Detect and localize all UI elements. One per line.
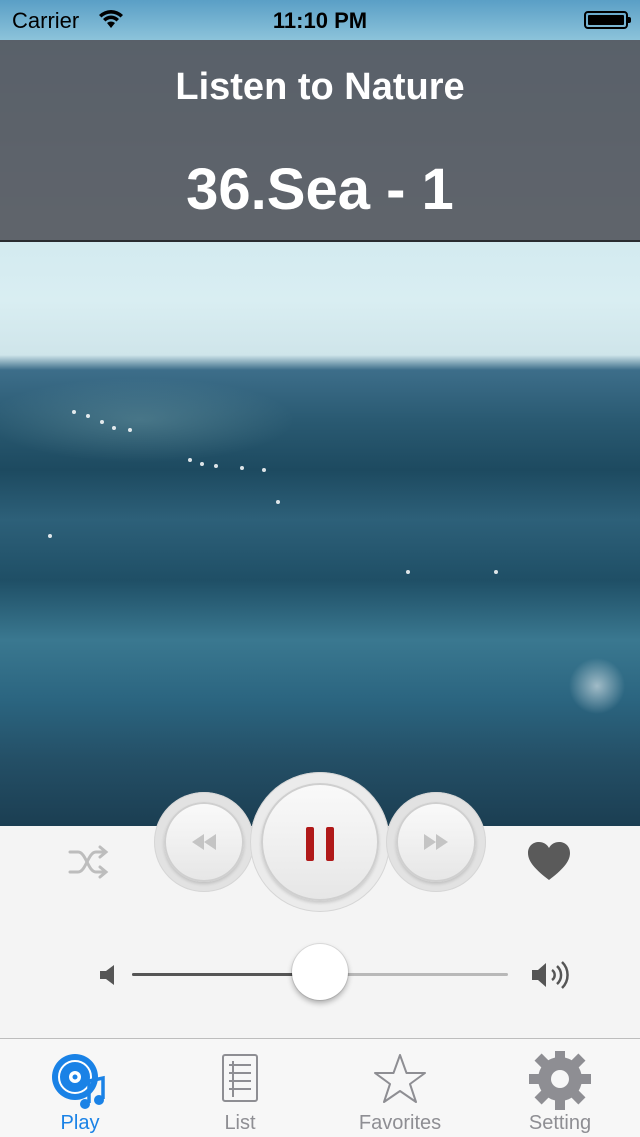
tab-label: Play xyxy=(60,1112,100,1134)
tab-label: Favorites xyxy=(358,1112,442,1134)
speaker-low-icon xyxy=(98,962,122,988)
tab-list[interactable]: List xyxy=(160,1039,320,1137)
volume-slider[interactable] xyxy=(132,944,508,1000)
fast-forward-button[interactable] xyxy=(386,792,486,892)
status-bar: Carrier 11:10 PM xyxy=(0,0,640,40)
play-disc-icon xyxy=(49,1051,111,1113)
tab-label: List xyxy=(224,1112,256,1134)
clock: 11:10 PM xyxy=(272,8,368,33)
tab-label: Setting xyxy=(528,1112,592,1134)
battery-icon xyxy=(584,11,631,29)
heart-icon[interactable] xyxy=(526,840,572,884)
speaker-high-icon xyxy=(530,958,576,992)
fast-forward-icon xyxy=(396,802,476,882)
pause-icon xyxy=(261,783,379,901)
rewind-button[interactable] xyxy=(154,792,254,892)
star-icon xyxy=(369,1051,431,1113)
gear-icon xyxy=(529,1048,591,1113)
track-title: 36.Sea - 1 xyxy=(186,157,454,222)
shuffle-icon[interactable] xyxy=(66,842,112,882)
pause-button[interactable] xyxy=(250,772,390,912)
rewind-icon xyxy=(164,802,244,882)
volume-slider-thumb[interactable] xyxy=(292,944,348,1000)
tab-favorites[interactable]: Favorites xyxy=(320,1039,480,1137)
tab-setting[interactable]: Setting xyxy=(480,1039,640,1137)
tab-bar: Play List Favorites Setting xyxy=(0,1038,640,1137)
now-playing-header: Listen to Nature 36.Sea - 1 xyxy=(0,40,640,242)
list-icon xyxy=(209,1051,271,1113)
app-title: Listen to Nature xyxy=(175,66,465,108)
tab-play[interactable]: Play xyxy=(0,1039,160,1137)
